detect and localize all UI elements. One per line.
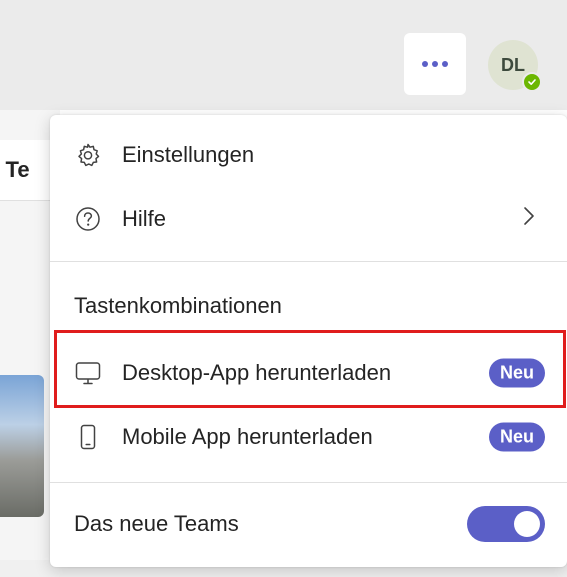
menu-item-shortcuts[interactable]: Tastenkombinationen [50,275,567,337]
menu-item-label: Desktop-App herunterladen [122,360,392,385]
new-teams-toggle[interactable] [467,506,545,542]
background-thumbnail [0,375,44,517]
new-badge: Neu [488,358,545,388]
more-horizontal-icon [422,61,448,67]
menu-item-settings[interactable]: Einstellungen [50,124,567,186]
avatar-initials: DL [501,54,525,75]
chevron-right-icon [523,206,535,232]
menu-item-label: Einstellungen [122,142,255,167]
teams-window: DL n Te Einstellungen [0,0,567,577]
settings-menu: Einstellungen Hilfe Tastenkombinationen [50,115,567,567]
title-bar: DL [0,0,567,110]
mobile-phone-icon [74,423,102,451]
menu-item-label: Tastenkombinationen [74,293,282,318]
menu-divider [50,482,567,483]
toggle-knob [514,511,540,537]
menu-item-mobile-app[interactable]: Mobile App herunterladen Neu [50,406,567,468]
menu-item-label: Mobile App herunterladen [122,424,373,449]
menu-item-desktop-app[interactable]: Desktop-App herunterladen Neu [50,342,567,404]
menu-item-help[interactable]: Hilfe [50,188,567,250]
new-badge: Neu [488,422,545,452]
more-options-button[interactable] [404,33,466,95]
desktop-icon [74,359,102,387]
avatar[interactable]: DL [488,40,542,92]
menu-item-label: Hilfe [122,206,167,231]
menu-divider [50,261,567,262]
menu-item-label: Das neue Teams [74,511,239,536]
gear-icon [74,141,102,169]
menu-item-new-teams: Das neue Teams [50,493,567,555]
help-icon [74,205,102,233]
presence-available-icon [522,72,542,92]
